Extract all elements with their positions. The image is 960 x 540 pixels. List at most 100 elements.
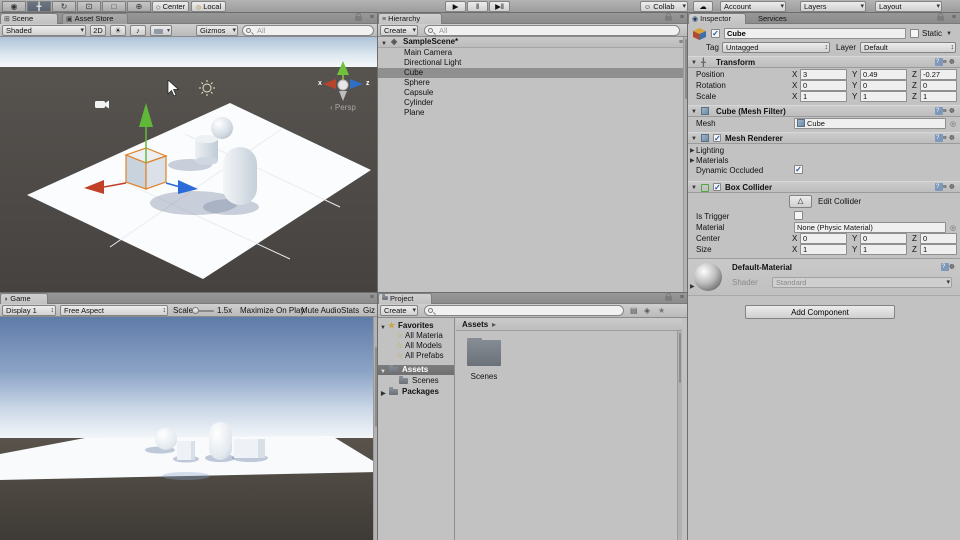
position-y-field[interactable]: 0.49	[860, 69, 907, 80]
hierarchy-item-cylinder[interactable]: Cylinder	[378, 98, 688, 108]
audio-toggle-button[interactable]: ♪	[130, 25, 146, 36]
stats-button[interactable]: Stats	[341, 306, 359, 316]
shader-dropdown[interactable]: Standard ▾	[772, 277, 952, 288]
favorites-all-models[interactable]: ☆ All Models	[378, 341, 454, 351]
search-by-label-icon[interactable]: ◈	[644, 306, 650, 316]
gameobject-name-field[interactable]	[724, 28, 906, 39]
size-x-field[interactable]: 1	[800, 244, 847, 255]
tree-item-packages[interactable]: ▶ Packages	[378, 387, 454, 397]
gizmos-button[interactable]: Giz	[363, 306, 375, 316]
transform-component-header[interactable]: ▼ ╋ Transform ?≡☸	[688, 56, 960, 68]
collapse-icon[interactable]: ▼	[691, 185, 697, 191]
static-checkbox[interactable]	[910, 29, 919, 38]
aspect-dropdown[interactable]: Free Aspect ↕	[60, 305, 168, 316]
rotation-z-field[interactable]: 0	[920, 80, 957, 91]
account-dropdown[interactable]: Account ▾	[720, 1, 786, 12]
game-3d-canvas[interactable]	[0, 317, 378, 540]
toggle-2d-button[interactable]: 2D	[90, 25, 106, 36]
dynamic-occluded-checkbox[interactable]: ✓	[794, 165, 803, 174]
hierarchy-item-main-camera[interactable]: Main Camera	[378, 48, 688, 58]
gear-icon[interactable]: ☸	[949, 264, 957, 271]
transform-tool-icon[interactable]: ⊕	[127, 1, 151, 12]
hierarchy-item-cube[interactable]: Cube	[378, 68, 688, 78]
tree-item-scenes[interactable]: Scenes	[378, 376, 454, 386]
active-checkbox[interactable]: ✓	[711, 29, 720, 38]
rotation-y-field[interactable]: 0	[860, 80, 907, 91]
scene-header-row[interactable]: ▼ ◈ SampleScene* ≡	[378, 37, 688, 48]
size-z-field[interactable]: 1	[920, 244, 957, 255]
lock-icon[interactable]	[355, 16, 362, 21]
scene-orientation-gizmo[interactable]	[315, 55, 371, 105]
expand-icon[interactable]: ▶	[690, 147, 695, 154]
hierarchy-item-plane[interactable]: Plane	[378, 108, 688, 118]
expand-icon[interactable]: ▶	[690, 157, 695, 164]
tag-dropdown[interactable]: Untagged ↕	[722, 42, 830, 53]
mesh-filter-component-header[interactable]: ▼ Cube (Mesh Filter) ?≡☸	[688, 105, 960, 117]
expand-icon[interactable]: ▶	[690, 283, 695, 290]
hierarchy-search-input[interactable]	[439, 26, 675, 35]
position-z-field[interactable]: -0.27	[920, 69, 957, 80]
scale-z-field[interactable]: 1	[920, 91, 957, 102]
component-enabled-checkbox[interactable]: ✓	[713, 134, 721, 142]
layout-dropdown[interactable]: Layout ▾	[875, 1, 942, 12]
gizmo-x-axis-label[interactable]: x	[318, 79, 322, 89]
project-vertical-scrollbar[interactable]	[677, 331, 682, 540]
gear-icon[interactable]: ☸	[949, 108, 957, 115]
panel-menu-icon[interactable]: ≡	[680, 294, 684, 301]
camera-gizmo[interactable]	[95, 101, 109, 109]
favorites-root[interactable]: ▼ ★ Favorites	[378, 321, 454, 331]
step-button[interactable]: ▶‖	[489, 1, 510, 12]
scale-slider[interactable]	[194, 310, 214, 312]
component-enabled-checkbox[interactable]: ✓	[713, 183, 721, 191]
position-x-field[interactable]: 3	[800, 69, 847, 80]
center-y-field[interactable]: 0	[860, 233, 907, 244]
tab-game[interactable]: ◗Game	[0, 293, 48, 304]
gear-icon[interactable]: ☸	[949, 135, 957, 142]
panel-menu-icon[interactable]: ≡	[370, 294, 374, 301]
help-icon[interactable]: ?	[935, 58, 943, 66]
gear-icon[interactable]: ☸	[949, 59, 957, 66]
rotate-tool-icon[interactable]: ↻	[52, 1, 76, 12]
hierarchy-search-field[interactable]	[424, 25, 680, 36]
breadcrumb[interactable]: Assets	[462, 320, 488, 330]
scale-slider-knob[interactable]	[192, 307, 199, 314]
scene-search-input[interactable]	[257, 26, 369, 35]
scene-search-field[interactable]	[242, 25, 374, 36]
lock-icon[interactable]	[665, 296, 672, 301]
collapse-icon[interactable]: ▼	[691, 136, 697, 142]
edit-collider-button[interactable]: △	[789, 195, 812, 208]
layers-dropdown[interactable]: Layers ▾	[800, 1, 866, 12]
gizmos-dropdown[interactable]: Gizmos ▾	[196, 25, 238, 36]
scale-x-field[interactable]: 1	[800, 91, 847, 102]
physic-material-field[interactable]: None (Physic Material)	[794, 222, 946, 233]
lighting-toggle-button[interactable]: ☀	[110, 25, 126, 36]
material-sphere-preview[interactable]	[694, 263, 722, 291]
favorites-all-materials[interactable]: ☆ All Materia	[378, 331, 454, 341]
hand-tool-icon[interactable]: ◉	[2, 1, 26, 12]
object-picker-icon[interactable]: ◎	[950, 120, 956, 130]
collapse-icon[interactable]: ▼	[691, 109, 697, 115]
pause-button[interactable]: ‖	[467, 1, 488, 12]
game-viewport[interactable]	[0, 317, 378, 540]
move-tool-icon[interactable]: ╋	[27, 1, 51, 12]
display-dropdown[interactable]: Display 1 ↕	[2, 305, 56, 316]
expand-icon[interactable]: ▶	[381, 389, 386, 399]
project-search-field[interactable]	[424, 305, 624, 316]
hierarchy-item-directional-light[interactable]: Directional Light	[378, 58, 688, 68]
draw-mode-dropdown[interactable]: Shaded ▾	[2, 25, 86, 36]
add-component-button[interactable]: Add Component	[745, 305, 895, 319]
rotation-x-field[interactable]: 0	[800, 80, 847, 91]
hierarchy-item-capsule[interactable]: Capsule	[378, 88, 688, 98]
assets-root[interactable]: ▼ Assets	[378, 365, 454, 375]
static-dropdown-icon[interactable]: ▼	[946, 31, 952, 37]
pivot-center-button[interactable]: ◇ Center	[152, 1, 189, 12]
asset-item-scenes-folder[interactable]: Scenes	[464, 340, 504, 386]
project-create-dropdown[interactable]: Create ▾	[380, 305, 418, 316]
mesh-object-field[interactable]: Cube	[794, 118, 946, 129]
panel-menu-icon[interactable]: ≡	[370, 14, 374, 21]
tab-hierarchy[interactable]: ≡Hierarchy	[378, 13, 442, 24]
tab-project[interactable]: Project	[378, 293, 432, 304]
tab-asset-store[interactable]: ▣Asset Store	[62, 13, 128, 24]
mesh-renderer-component-header[interactable]: ▼ ✓ Mesh Renderer ?≡☸	[688, 132, 960, 144]
help-icon[interactable]: ?	[935, 183, 943, 191]
